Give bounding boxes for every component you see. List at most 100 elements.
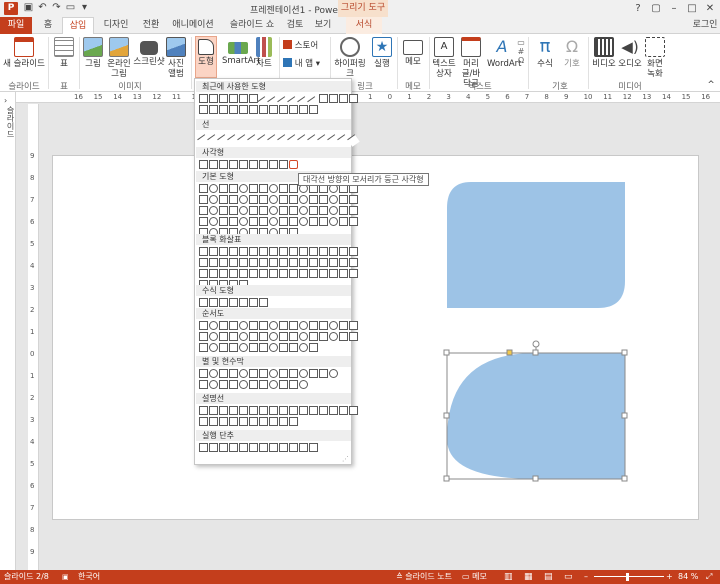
shape-option-icon[interactable]: [349, 206, 358, 215]
zoom-level[interactable]: 84 %: [678, 570, 698, 584]
close-icon[interactable]: ✕: [702, 2, 718, 15]
shape-option-icon[interactable]: [289, 380, 298, 389]
shape-option-icon[interactable]: [289, 406, 298, 415]
tab-design[interactable]: 디자인: [98, 17, 134, 34]
shape-option-icon[interactable]: [209, 217, 218, 226]
shape-option-icon[interactable]: [319, 406, 328, 415]
shape-option-icon[interactable]: [349, 269, 358, 278]
shape-option-icon[interactable]: [239, 247, 248, 256]
shape-option-icon[interactable]: [199, 247, 208, 256]
shape-option-icon[interactable]: [329, 332, 338, 341]
store-button[interactable]: 스토어: [283, 40, 323, 51]
shape-option-icon[interactable]: [239, 406, 248, 415]
shape-option-icon[interactable]: [209, 321, 218, 330]
shape-option-icon[interactable]: [199, 406, 208, 415]
shape-option-icon[interactable]: [349, 217, 358, 226]
shape-option-icon[interactable]: [229, 184, 238, 193]
shape-option-icon[interactable]: [249, 269, 258, 278]
hyperlink-button[interactable]: 하이퍼링크: [333, 37, 367, 79]
shape-option-icon[interactable]: [309, 258, 318, 267]
shape-option-icon[interactable]: [279, 443, 288, 452]
shape-option-icon[interactable]: [249, 343, 258, 352]
shape-option-icon[interactable]: [289, 369, 298, 378]
shape-option-icon[interactable]: [209, 206, 218, 215]
zoom-slider[interactable]: [594, 576, 664, 577]
shape-option-icon[interactable]: [289, 321, 298, 330]
shape-option-icon[interactable]: [249, 160, 258, 169]
tab-format[interactable]: 서식: [346, 17, 382, 34]
diagonal-rounded-rectangle-shape[interactable]: [447, 182, 625, 308]
shape-option-icon[interactable]: [289, 160, 298, 169]
shape-option-icon[interactable]: [319, 206, 328, 215]
wordart-button[interactable]: A WordArt: [487, 37, 522, 69]
shape-option-icon[interactable]: [229, 380, 238, 389]
video-button[interactable]: 비디오: [591, 37, 617, 69]
shape-option-icon[interactable]: [279, 406, 288, 415]
shape-option-icon[interactable]: [219, 343, 228, 352]
shape-option-icon[interactable]: [209, 417, 218, 426]
shape-option-icon[interactable]: [289, 206, 298, 215]
shape-option-icon[interactable]: [269, 160, 278, 169]
shape-option-icon[interactable]: [329, 247, 338, 256]
slide-sorter-icon[interactable]: ▦: [524, 570, 533, 584]
shape-option-icon[interactable]: [339, 406, 348, 415]
shape-option-icon[interactable]: [289, 247, 298, 256]
shape-option-icon[interactable]: [259, 298, 268, 307]
resize-handle[interactable]: [621, 349, 628, 356]
shape-option-icon[interactable]: [199, 369, 208, 378]
shape-option-icon[interactable]: [199, 332, 208, 341]
shape-option-icon[interactable]: [309, 269, 318, 278]
picture-button[interactable]: 그림: [82, 37, 104, 69]
shape-option-icon[interactable]: [269, 443, 278, 452]
shape-option-icon[interactable]: [289, 269, 298, 278]
shape-option-icon[interactable]: [269, 105, 278, 114]
shape-option-icon[interactable]: [269, 258, 278, 267]
shape-option-icon[interactable]: [219, 332, 228, 341]
shape-option-icon[interactable]: [239, 298, 248, 307]
shape-option-icon[interactable]: [229, 332, 238, 341]
shape-option-icon[interactable]: [299, 247, 308, 256]
audio-button[interactable]: ◀) 오디오: [617, 37, 643, 69]
shape-option-icon[interactable]: [209, 105, 218, 114]
resize-handle[interactable]: [443, 349, 450, 356]
shape-option-icon[interactable]: [319, 258, 328, 267]
shape-option-icon[interactable]: [229, 269, 238, 278]
shape-option-icon[interactable]: [199, 184, 208, 193]
shape-option-icon[interactable]: [309, 206, 318, 215]
shape-option-icon[interactable]: [259, 269, 268, 278]
resize-handle[interactable]: [621, 412, 628, 419]
tab-file[interactable]: 파일: [0, 17, 32, 34]
shape-option-icon[interactable]: [279, 332, 288, 341]
shape-option-icon[interactable]: [279, 321, 288, 330]
shape-option-icon[interactable]: [339, 206, 348, 215]
fit-slide-icon[interactable]: ⤢: [706, 570, 712, 584]
shape-option-icon[interactable]: [209, 298, 218, 307]
shape-option-icon[interactable]: [249, 258, 258, 267]
shape-option-icon[interactable]: [309, 443, 318, 452]
undo-icon[interactable]: ↶: [36, 2, 49, 14]
chart-button[interactable]: 차트: [254, 37, 274, 69]
screen-recording-button[interactable]: 화면 녹화: [643, 37, 667, 79]
shape-option-icon[interactable]: [329, 217, 338, 226]
shape-option-icon[interactable]: [259, 380, 268, 389]
shape-option-icon[interactable]: [349, 94, 358, 103]
shape-option-icon[interactable]: [299, 380, 308, 389]
tab-insert[interactable]: 삽입: [62, 17, 94, 34]
shape-option-icon[interactable]: [219, 417, 228, 426]
help-icon[interactable]: ?: [630, 2, 646, 15]
shape-option-icon[interactable]: [309, 247, 318, 256]
shape-option-icon[interactable]: [199, 380, 208, 389]
shape-option-icon[interactable]: [329, 369, 338, 378]
shape-option-icon[interactable]: [349, 195, 358, 204]
shape-option-icon[interactable]: [239, 380, 248, 389]
shape-option-icon[interactable]: [299, 217, 308, 226]
ribbon-display-icon[interactable]: ▢: [648, 2, 664, 15]
present-icon[interactable]: ▭: [64, 2, 77, 14]
shape-option-icon[interactable]: [269, 269, 278, 278]
shape-option-icon[interactable]: [319, 247, 328, 256]
shape-option-icon[interactable]: [289, 195, 298, 204]
photo-album-button[interactable]: 사진 앨범: [165, 37, 187, 79]
resize-handle[interactable]: [443, 475, 450, 482]
shape-option-icon[interactable]: [199, 206, 208, 215]
shape-option-icon[interactable]: [279, 105, 288, 114]
